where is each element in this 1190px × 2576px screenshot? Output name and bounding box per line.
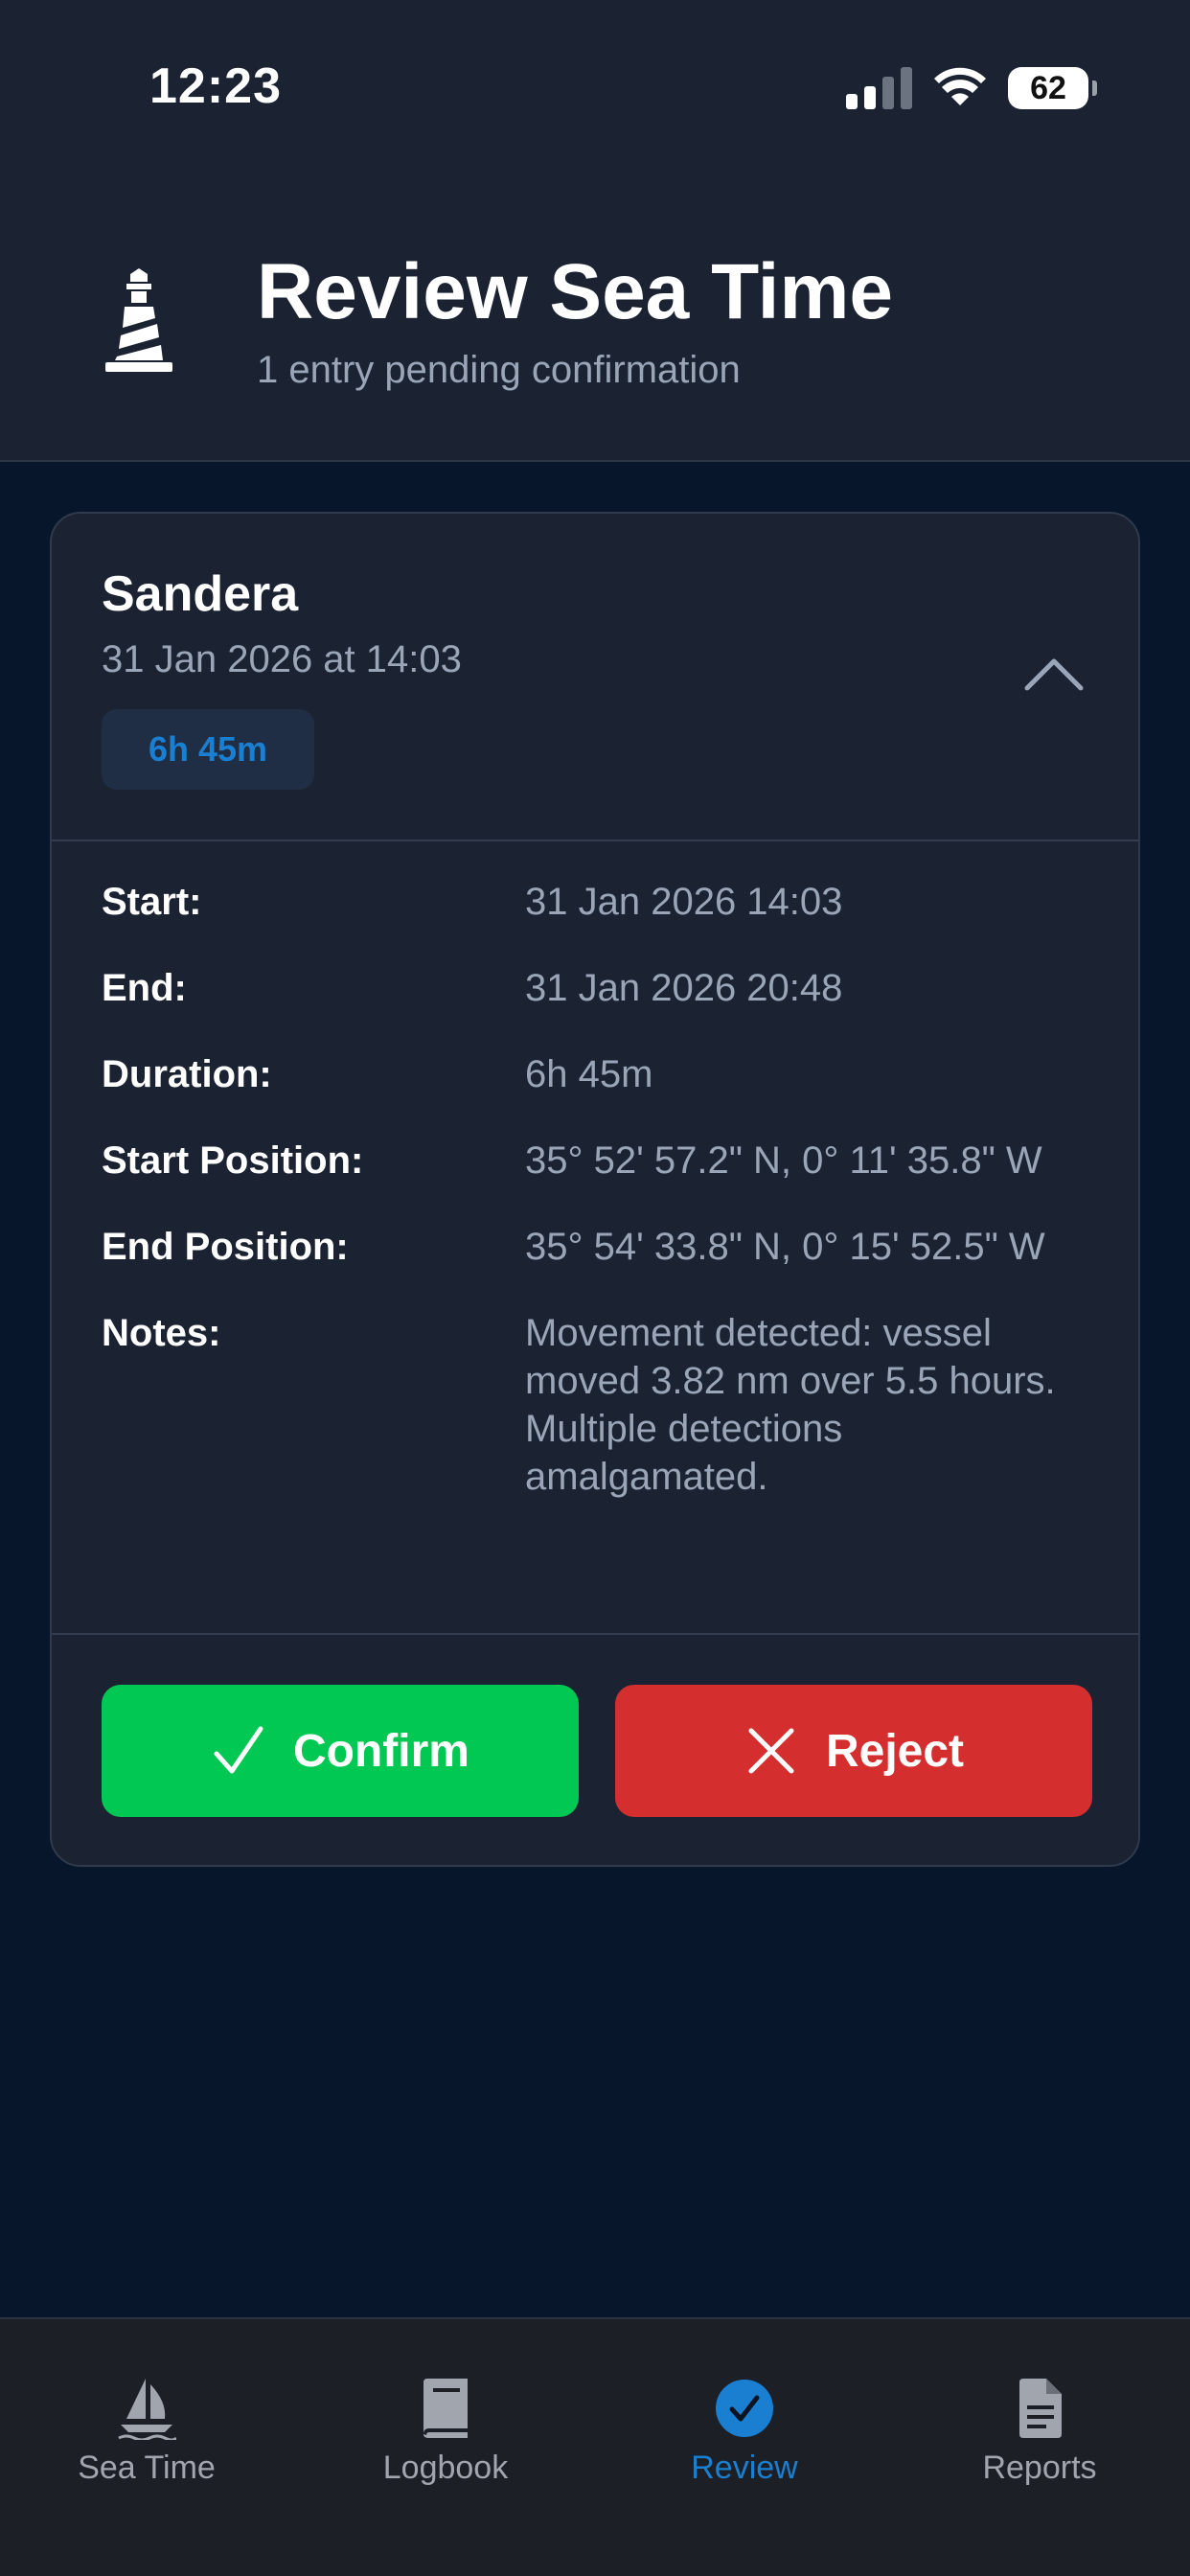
reject-button[interactable]: Reject (615, 1685, 1092, 1817)
status-icons: 62 (846, 63, 1097, 113)
reject-label: Reject (825, 1725, 965, 1777)
tab-label: Logbook (382, 2450, 509, 2486)
detail-value: 35° 52' 57.2" N, 0° 11' 35.8" W (525, 1139, 1042, 1182)
detail-row-start: Start: 31 Jan 2026 14:03 (102, 878, 1092, 926)
detail-row-notes: Notes: Movement detected: vessel moved 3… (102, 1309, 1092, 1501)
confirm-button[interactable]: Confirm (102, 1685, 579, 1817)
tab-label: Sea Time (78, 2450, 216, 2486)
divider (52, 840, 1138, 841)
detail-label: End: (102, 967, 187, 1009)
detail-label: Duration: (102, 1053, 272, 1095)
lighthouse-icon (105, 268, 172, 372)
check-circle-icon (716, 2380, 773, 2437)
tab-logbook[interactable]: Logbook (326, 2377, 565, 2511)
confirm-label: Confirm (293, 1725, 469, 1777)
page-title: Review Sea Time (257, 248, 893, 335)
detail-value: 35° 54' 33.8" N, 0° 15' 52.5" W (525, 1226, 1045, 1268)
detail-row-end-position: End Position: 35° 54' 33.8" N, 0° 15' 52… (102, 1223, 1092, 1271)
detail-value: 31 Jan 2026 20:48 (525, 967, 843, 1009)
entry-date: 31 Jan 2026 at 14:03 (102, 638, 462, 680)
detail-row-start-position: Start Position: 35° 52' 57.2" N, 0° 11' … (102, 1137, 1092, 1184)
battery-icon: 62 (1008, 67, 1097, 109)
tab-reports[interactable]: Reports (920, 2377, 1159, 2511)
tab-review[interactable]: Review (625, 2377, 864, 2511)
divider (52, 1633, 1138, 1635)
page-subtitle: 1 entry pending confirmation (257, 349, 741, 391)
wifi-icon (934, 67, 986, 105)
duration-badge: 6h 45m (102, 709, 314, 790)
close-icon (748, 1728, 794, 1774)
sea-time-entry-card: Sandera 31 Jan 2026 at 14:03 6h 45m Star… (50, 512, 1140, 1867)
vessel-name: Sandera (102, 566, 299, 622)
chevron-up-icon[interactable] (1023, 654, 1085, 692)
tab-label: Reports (982, 2450, 1097, 2486)
status-time: 12:23 (149, 58, 282, 114)
cellular-signal-icon (846, 67, 912, 109)
header-area: 12:23 62 Review Sea Time 1 entry pending… (0, 0, 1190, 462)
detail-value: 31 Jan 2026 14:03 (525, 881, 843, 923)
document-icon (1019, 2379, 1062, 2438)
detail-label: Start Position: (102, 1139, 364, 1182)
detail-label: End Position: (102, 1226, 349, 1268)
entry-details: Start: 31 Jan 2026 14:03 End: 31 Jan 202… (102, 878, 1092, 1539)
detail-label: Notes: (102, 1312, 221, 1354)
detail-row-duration: Duration: 6h 45m (102, 1050, 1092, 1098)
detail-label: Start: (102, 881, 202, 923)
detail-row-end: End: 31 Jan 2026 20:48 (102, 964, 1092, 1012)
sailboat-icon (118, 2379, 176, 2440)
checkmark-icon (214, 1726, 263, 1774)
book-icon (423, 2379, 468, 2438)
tab-sea-time[interactable]: Sea Time (27, 2377, 266, 2511)
tab-label: Review (691, 2450, 798, 2486)
tab-bar: Sea Time Logbook Review Reports (0, 2317, 1190, 2576)
detail-value: Movement detected: vessel moved 3.82 nm … (525, 1312, 1056, 1498)
detail-value: 6h 45m (525, 1053, 653, 1095)
